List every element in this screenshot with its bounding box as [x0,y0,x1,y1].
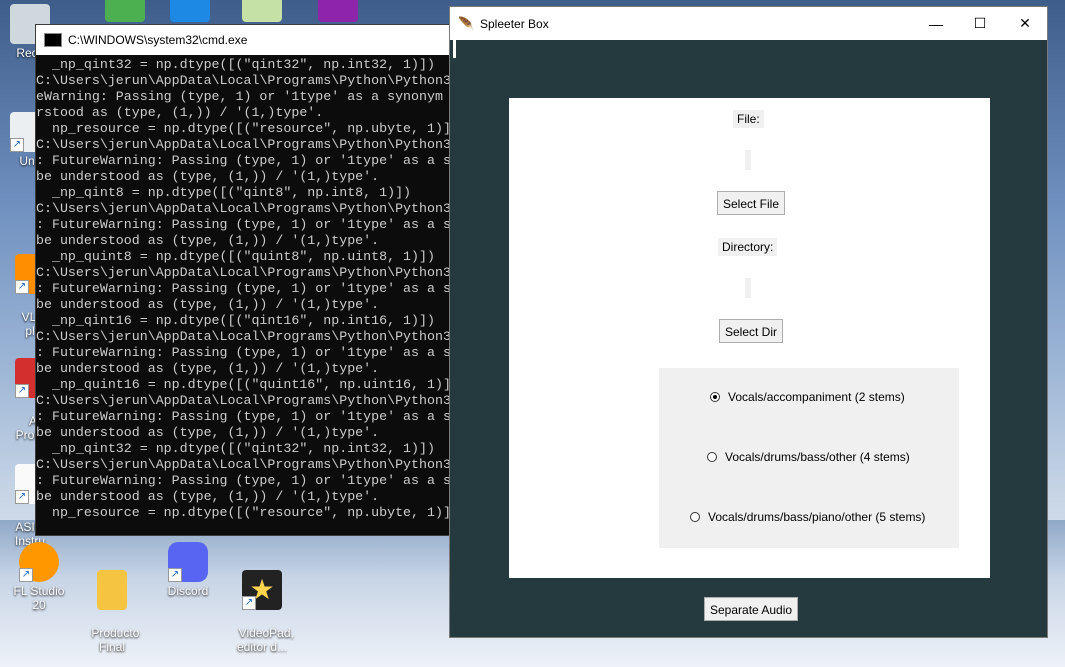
cmd-line: _np_qint8 = np.dtype([("qint8", np.int8,… [36,185,412,200]
main-panel: File: Select File Directory: Select Dir … [509,98,990,578]
cmd-line: : FutureWarning: Passing (type, 1) or '1… [36,217,449,232]
discord-icon: ↗ [168,542,208,582]
select-dir-button[interactable]: Select Dir [719,319,784,343]
cmd-line: _np_qint32 = np.dtype([("qint32", np.int… [36,441,435,456]
cmd-line: be understood as (type, (1,)) / '(1,)typ… [36,169,380,184]
shortcut-arrow-icon: ↗ [15,384,29,398]
cmd-line: be understood as (type, (1,)) / '(1,)typ… [36,425,380,440]
radio-4-stems-label: Vocals/drums/bass/other (4 stems) [725,450,910,464]
cmd-line: be understood as (type, (1,)) / '(1,)typ… [36,233,380,248]
spleeter-window[interactable]: 🪶 Spleeter Box — ☐ ✕ File: Select File D… [449,6,1048,638]
select-file-button[interactable]: Select File [717,191,786,215]
discord-label: Discord [167,584,209,598]
cmd-line: _np_qint16 = np.dtype([("qint16", np.int… [36,313,435,328]
radio-selected-icon [710,392,720,402]
separate-audio-button[interactable]: Separate Audio [704,597,799,621]
minecraft-shortcut[interactable] [95,0,155,22]
folder-icon [97,570,127,610]
file-path-field[interactable] [745,150,751,170]
stems-radio-group: Vocals/accompaniment (2 stems) Vocals/dr… [659,368,959,548]
minimize-button[interactable]: — [913,7,959,40]
cmd-line: C:\Users\jerun\AppData\Local\Programs\Py… [36,457,449,472]
cmd-line: C:\Users\jerun\AppData\Local\Programs\Py… [36,73,449,88]
radio-unselected-icon [690,512,700,522]
producto-final-label: Producto Final [91,626,140,654]
maximize-button[interactable]: ☐ [957,7,1003,40]
radio-2-stems[interactable]: Vocals/accompaniment (2 stems) [710,390,905,404]
minecraft-icon [105,0,145,22]
producto-final-folder[interactable]: Producto Final [82,542,142,654]
cmd-line: C:\Users\jerun\AppData\Local\Programs\Py… [36,329,449,344]
cmd-line: : FutureWarning: Passing (type, 1) or '1… [36,281,449,296]
cmd-line: be understood as (type, (1,)) / '(1,)typ… [36,489,380,504]
shortcut-arrow-icon: ↗ [242,596,256,610]
cmd-line: : FutureWarning: Passing (type, 1) or '1… [36,409,449,424]
cmd-line: eWarning: Passing (type, 1) or '1type' a… [36,89,443,104]
cmd-icon [44,33,62,47]
videopad-label: VideoPad, editor d... [236,626,294,654]
cmd-line: : FutureWarning: Passing (type, 1) or '1… [36,153,449,168]
fl-studio-shortcut[interactable]: ↗ FL Studio 20 [8,542,70,612]
radio-5-stems[interactable]: Vocals/drums/bass/piano/other (5 stems) [690,510,925,524]
winrar-shortcut[interactable] [308,0,368,22]
shortcut-arrow-icon: ↗ [168,568,182,582]
directory-label: Directory: [718,238,778,256]
cmd-line: : FutureWarning: Passing (type, 1) or '1… [36,473,449,488]
discord-shortcut[interactable]: ↗ Discord [158,542,218,598]
radio-unselected-icon [707,452,717,462]
radio-4-stems[interactable]: Vocals/drums/bass/other (4 stems) [707,450,910,464]
directory-path-field[interactable] [745,278,751,298]
cmd-line: : FutureWarning: Passing (type, 1) or '1… [36,345,449,360]
videopad-shortcut[interactable]: ★ ↗ VideoPad, editor d... [232,542,294,654]
shortcut-arrow-icon: ↗ [15,490,29,504]
cmd-output[interactable]: _np_qint32 = np.dtype([("qint32", np.int… [36,55,449,521]
cmd-line: np_resource = np.dtype([("resource", np.… [36,121,449,136]
winrar-icon [318,0,358,22]
cmd-line: C:\Users\jerun\AppData\Local\Programs\Py… [36,201,449,216]
radio-2-stems-label: Vocals/accompaniment (2 stems) [728,390,905,404]
window-edge-marker [453,40,456,58]
window-title: Spleeter Box [480,16,549,31]
cmd-line: _np_qint32 = np.dtype([("qint32", np.int… [36,57,435,72]
star-icon: ★ ↗ [242,570,282,610]
cmd-line: C:\Users\jerun\AppData\Local\Programs\Py… [36,265,449,280]
cmd-line: _np_quint8 = np.dtype([("quint8", np.uin… [36,249,435,264]
cmd-line: be understood as (type, (1,)) / '(1,)typ… [36,361,380,376]
cmd-line: _np_quint16 = np.dtype([("quint16", np.u… [36,377,449,392]
cmd-title: C:\WINDOWS\system32\cmd.exe [68,33,248,47]
cmd-line: C:\Users\jerun\AppData\Local\Programs\Py… [36,137,449,152]
shortcut-arrow-icon: ↗ [15,280,29,294]
feather-icon: 🪶 [458,15,475,31]
shortcut-arrow-icon: ↗ [19,568,33,582]
flower-icon [242,0,282,22]
file-label: File: [733,110,764,128]
cmd-line: C:\Users\jerun\AppData\Local\Programs\Py… [36,393,449,408]
cmd-titlebar[interactable]: C:\WINDOWS\system32\cmd.exe [36,25,449,55]
fl-studio-label: FL Studio 20 [13,584,65,612]
vscode-shortcut[interactable] [160,0,220,22]
shortcut-arrow-icon: ↗ [10,138,24,152]
fl-studio-icon: ↗ [19,542,59,582]
cmd-line: np_resource = np.dtype([("resource", np.… [36,505,449,520]
radio-5-stems-label: Vocals/drums/bass/piano/other (5 stems) [708,510,926,524]
cmd-window[interactable]: C:\WINDOWS\system32\cmd.exe _np_qint32 =… [35,24,450,536]
flower-shortcut[interactable] [232,0,292,22]
cmd-line: be understood as (type, (1,)) / '(1,)typ… [36,297,380,312]
vscode-icon [170,0,210,22]
close-button[interactable]: ✕ [1002,7,1048,40]
cmd-line: rstood as (type, (1,)) / '(1,)type'. [36,105,324,120]
